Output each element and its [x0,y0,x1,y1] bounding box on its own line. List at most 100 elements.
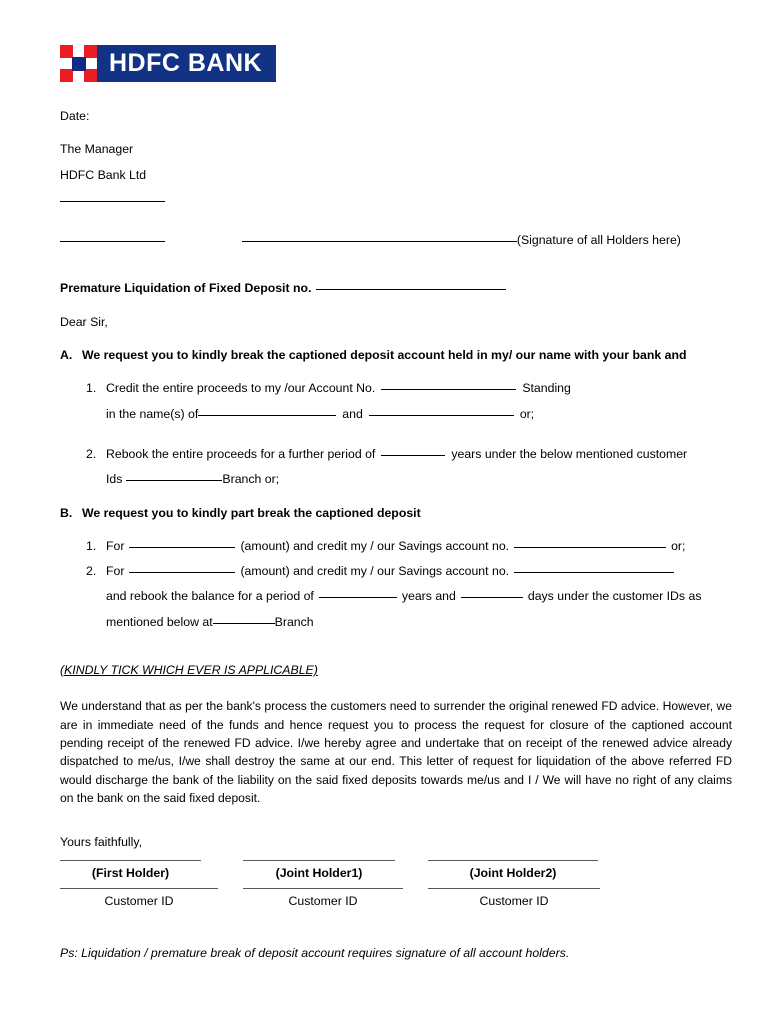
holder-name-2-blank-rule[interactable] [368,414,514,416]
section-a-item-1: 1. Credit the entire proceeds to my /our… [86,381,732,396]
ids-label: Ids [106,472,123,487]
mentioned-below-text: mentioned below at [106,614,213,629]
branch-blank-rule[interactable] [60,200,165,202]
section-a-item-1-number: 1. [86,381,97,396]
signature-blank-rule[interactable] [241,241,517,243]
document-page: HDFC BANK Date: The Manager HDFC Bank Lt… [0,0,770,1024]
addressee-line-1: The Manager [60,142,134,157]
signature-column-joint-holder-1: (Joint Holder1) Customer ID [243,860,428,908]
hdfc-bank-logo: HDFC BANK [60,45,277,82]
section-b-item-2: 2. For (amount) and credit my / our Savin… [86,565,732,577]
signature-caption-joint-holder-2: (Joint Holder2) [469,866,557,880]
part-amount-2-blank-rule[interactable] [129,572,236,574]
section-b-item-2-credit-text: (amount) and credit my / our Savings acc… [240,564,510,579]
signature-column-joint-holder-2: (Joint Holder2) Customer ID [428,860,613,908]
section-b-item-1-or: or; [671,538,686,553]
postscript-note: Ps: Liquidation / premature break of dep… [60,946,570,960]
section-b-item-1-for: For [106,538,125,553]
declaration-paragraph: We understand that as per the bank's pro… [60,699,732,806]
name-of-label: in the name(s) of [106,406,199,421]
rebook-days-blank-rule[interactable] [460,597,523,599]
section-b-item-2-continuation-1: and rebook the balance for a period of ye… [106,590,732,602]
part-amount-1-blank-rule[interactable] [129,546,236,548]
section-a-item-2-body: Rebook the entire proceeds for a further… [106,448,732,460]
section-a-item-1-text-after: Standing [522,381,571,396]
date-label: Date: [60,109,90,123]
customer-ids-blank-rule[interactable] [126,480,223,482]
account-no-blank-rule[interactable] [381,389,517,391]
savings-account-2-blank-rule[interactable] [514,572,675,574]
section-a-item-2-branch: Branch or; [222,472,280,487]
section-b-item-2-number: 2. [86,564,97,579]
section-a-item-2: 2. Rebook the entire proceeds for a furt… [86,446,732,461]
signature-caption-joint-holder-1: (Joint Holder1) [275,866,363,880]
section-a-item-2-text-before: Rebook the entire proceeds for a further… [106,446,376,461]
rebook-years-blank-rule[interactable] [381,454,446,456]
branch-2-blank-rule[interactable] [212,622,275,624]
name-conjunction: and [342,406,363,421]
subject-label: Premature Liquidation of Fixed Deposit n… [60,281,312,296]
section-b-item-2-body: For (amount) and credit my / our Savings … [106,565,732,577]
customer-id-caption-first-holder: Customer ID [104,894,174,908]
section-b-item-1-number: 1. [86,538,97,553]
section-b-item-2-for: For [106,564,125,579]
salutation: Dear Sir, [60,314,108,329]
addressee-line-2: HDFC Bank Ltd [60,167,147,182]
fd-number-blank-rule[interactable] [316,289,507,291]
subject-line: Premature Liquidation of Fixed Deposit n… [60,281,732,296]
hdfc-logo-mark-icon [60,45,97,82]
section-a-item-1-or: or; [519,406,535,421]
section-a-item-1-continuation: in the name(s) of and or; [106,408,732,420]
rebook-balance-text: and rebook the balance for a period of [106,589,314,604]
holder-name-1-blank-rule[interactable] [198,414,337,416]
branch-2-label: Branch [274,614,314,629]
section-a-item-1-text-before: Credit the entire proceeds to my /our Ac… [106,381,376,396]
signature-column-first-holder: (First Holder) Customer ID [60,860,243,908]
section-a-heading: We request you to kindly break the capti… [82,348,687,363]
signature-caption-first-holder: (First Holder) [91,866,170,880]
section-b-heading: We request you to kindly part break the … [82,505,421,520]
branch-blank-line[interactable] [60,194,732,206]
rebook-years-label: years and [401,589,456,604]
signature-header-row: (Signature of all Holders here) [60,234,732,246]
section-b-item-1: 1. For (amount) and credit my / our Savin… [86,538,732,553]
section-a-item-2-continuation: Ids Branch or; [106,473,732,485]
section-a-item-2-number: 2. [86,446,97,461]
closing-salutation: Yours faithfully, [60,834,143,849]
savings-account-1-blank-rule[interactable] [514,546,667,548]
signature-block: (First Holder) Customer ID (Joint Holder… [60,860,732,908]
section-a: A. We request you to kindly break the ca… [60,348,732,363]
signature-note: (Signature of all Holders here) [516,233,681,248]
customer-id-caption-joint-holder-1: Customer ID [288,894,358,908]
hdfc-logo-wordmark: HDFC BANK [97,45,277,82]
section-b: B. We request you to kindly part break t… [60,505,732,520]
customer-id-caption-joint-holder-2: Customer ID [479,894,549,908]
signature-lines-row: (First Holder) Customer ID (Joint Holder… [60,860,732,908]
rebook-years-2-blank-rule[interactable] [318,597,397,599]
section-a-item-1-body: Credit the entire proceeds to my /our Ac… [106,382,732,394]
document-body: Date: The Manager HDFC Bank Ltd (Signatu… [60,110,732,848]
tick-instruction-note: (KINDLY TICK WHICH EVER IS APPLICABLE) [60,663,318,678]
section-a-letter: A. [60,348,73,363]
hdfc-logo-core-square [71,56,86,71]
section-b-item-1-body: For (amount) and credit my / our Savings … [106,540,732,552]
rebook-days-label: days under the customer IDs as [527,589,702,604]
section-b-item-1-credit-text: (amount) and credit my / our Savings acc… [240,538,510,553]
section-a-item-2-text-after: years under the below mentioned customer [451,446,688,461]
date-blank-rule[interactable] [60,241,165,243]
